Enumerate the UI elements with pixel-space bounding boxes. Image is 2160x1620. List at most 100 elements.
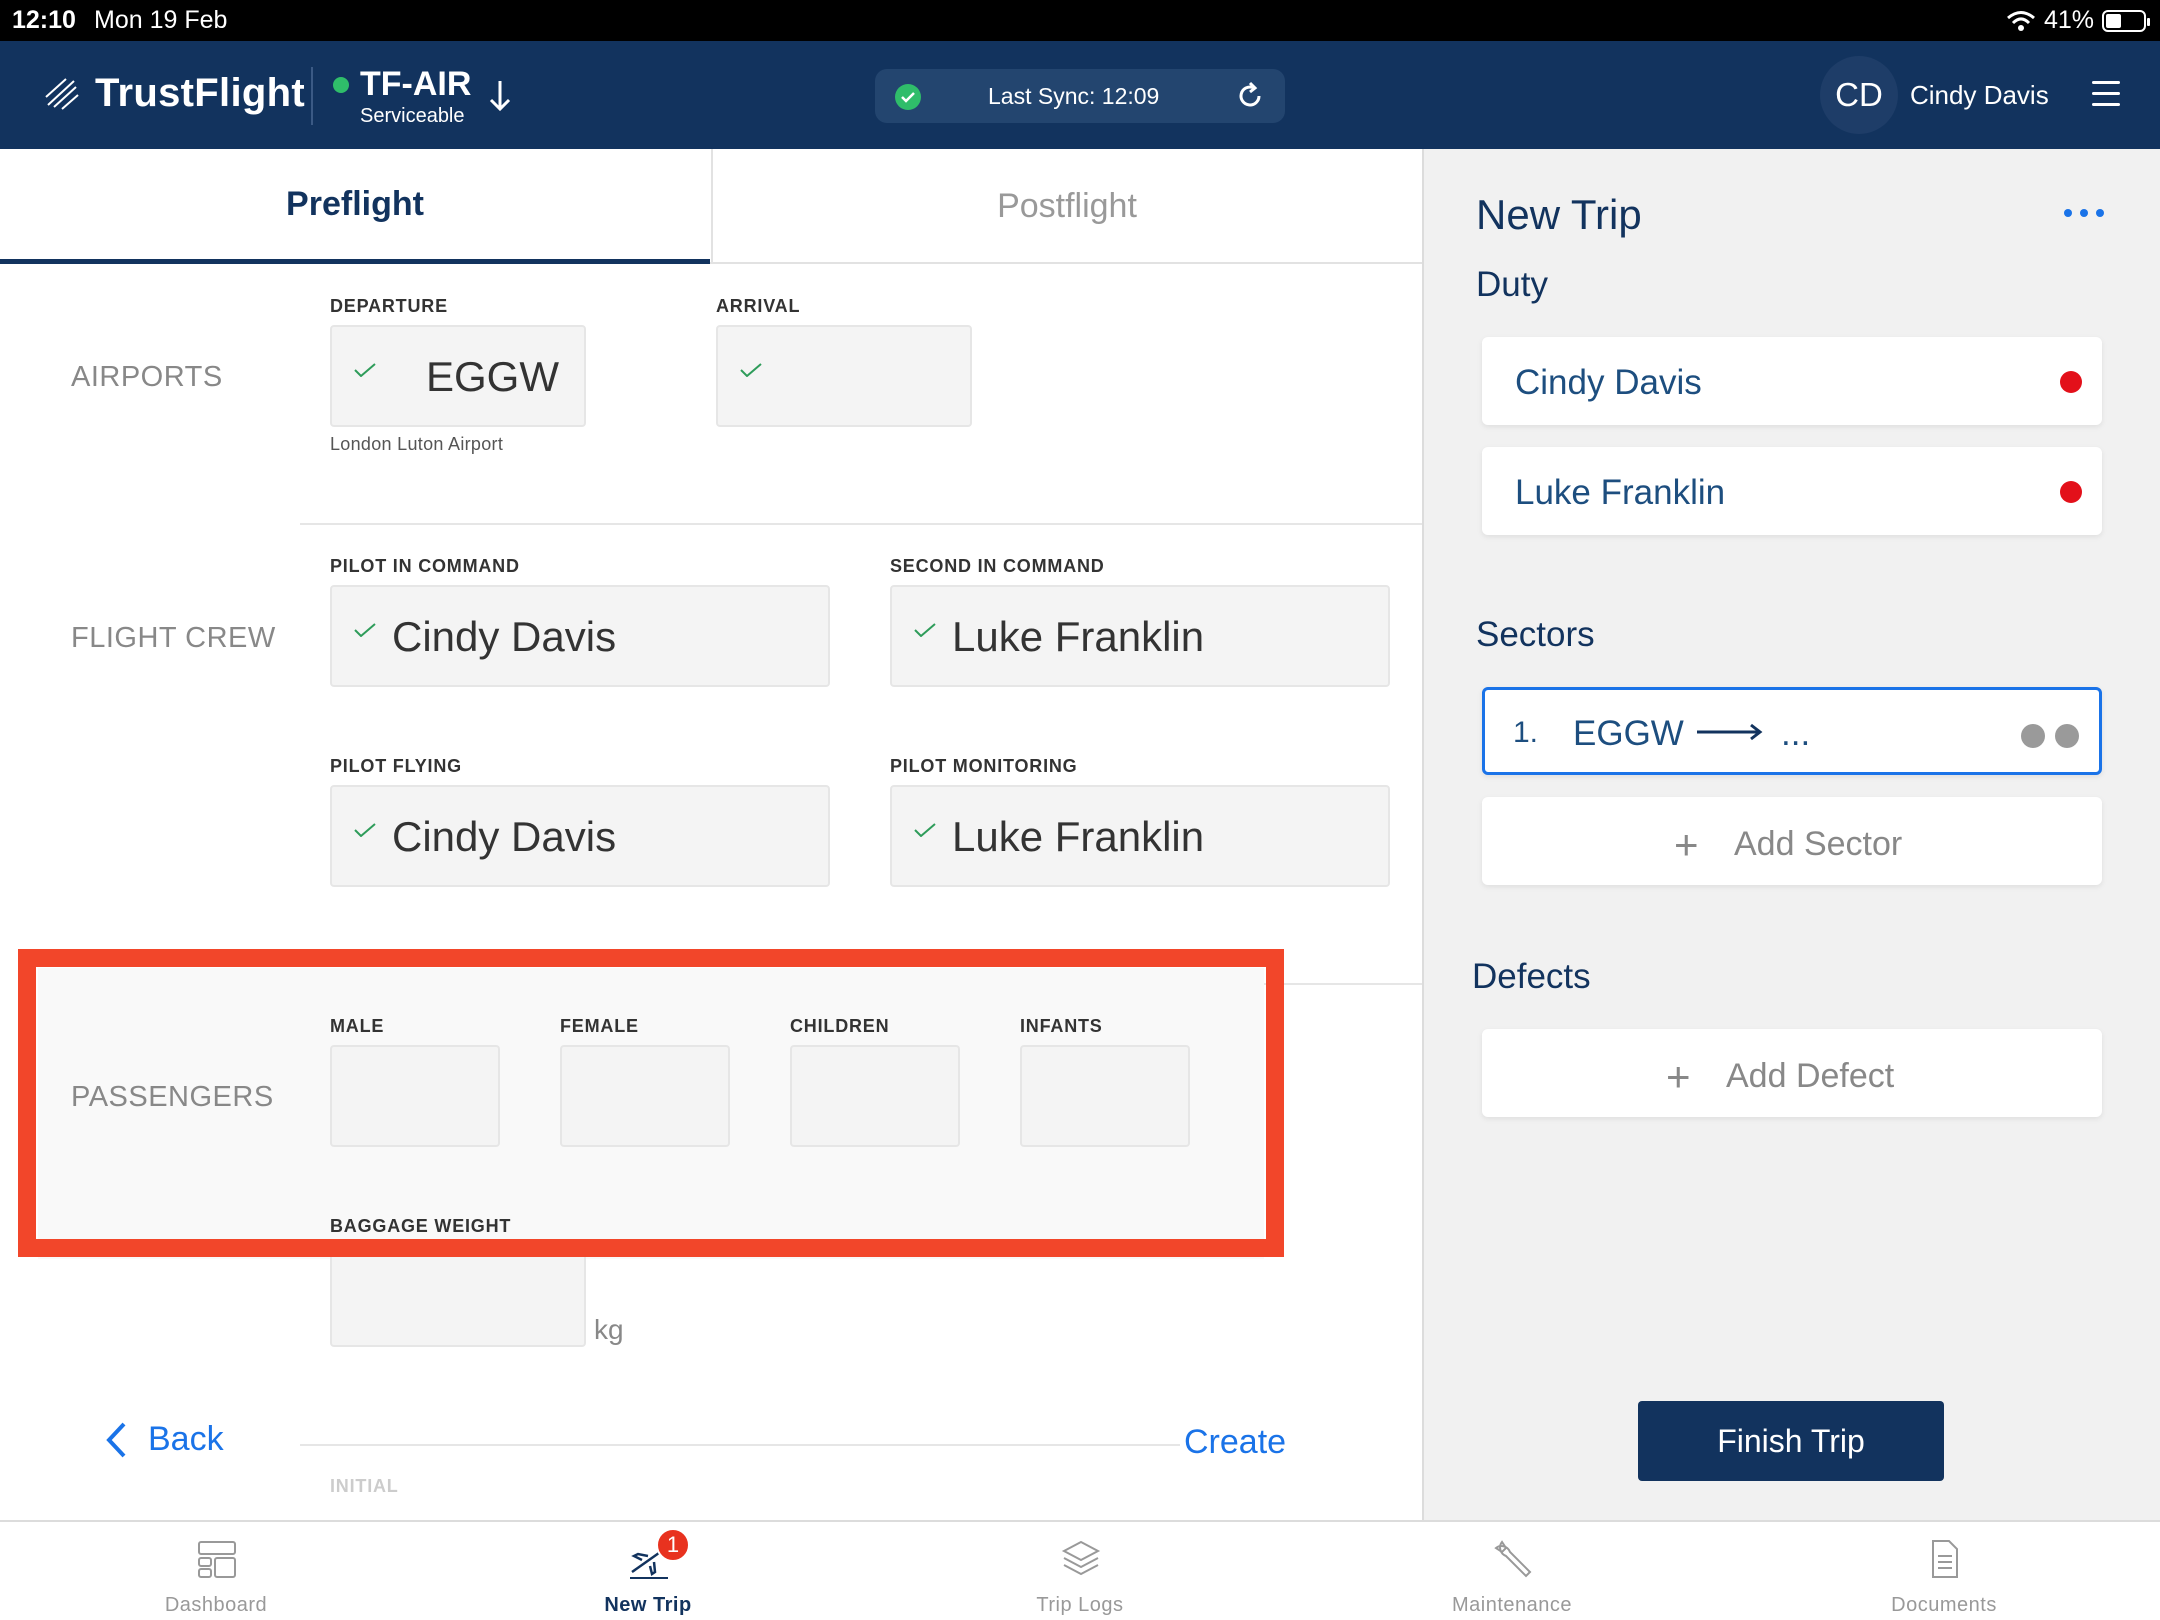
sic-field[interactable]: Luke Franklin xyxy=(890,585,1390,687)
pf-field[interactable]: Cindy Davis xyxy=(330,785,830,887)
departure-field[interactable]: EGGW xyxy=(330,325,586,427)
new-trip-title: New Trip xyxy=(1476,191,1642,238)
status-indicators: 41% xyxy=(2006,6,2150,35)
battery-icon xyxy=(2102,9,2150,32)
baggage-unit: kg xyxy=(594,1314,624,1345)
status-date: Mon 19 Feb xyxy=(94,6,228,34)
finish-trip-button[interactable]: Finish Trip xyxy=(1638,1401,1944,1481)
sector-departure: EGGW xyxy=(1573,714,1684,753)
initial-label: INITIAL xyxy=(330,1476,399,1496)
pm-value: Luke Franklin xyxy=(952,813,1205,860)
sector-arrival: ... xyxy=(1781,714,1811,753)
refresh-icon[interactable] xyxy=(1235,81,1265,111)
add-defect-button[interactable]: + Add Defect xyxy=(1482,1029,2102,1117)
nav-new-trip[interactable]: 1 New Trip xyxy=(432,1522,864,1620)
aircraft-status: Serviceable xyxy=(360,105,465,127)
duty-name: Luke Franklin xyxy=(1515,473,1726,512)
new-trip-badge: 1 xyxy=(656,1528,690,1562)
wifi-icon xyxy=(2006,10,2035,31)
airports-section-label: AIRPORTS xyxy=(71,361,223,393)
pic-label: PILOT IN COMMAND xyxy=(330,556,520,576)
user-name[interactable]: Cindy Davis xyxy=(1910,80,2049,111)
bottom-navigation: Dashboard 1 New Trip Trip Logs Maintenan… xyxy=(0,1520,2160,1620)
section-divider xyxy=(300,1444,1180,1446)
section-divider xyxy=(300,523,1422,525)
plus-icon: + xyxy=(1666,1053,1691,1100)
tab-postflight[interactable]: Postflight xyxy=(711,149,1421,264)
departure-value: EGGW xyxy=(426,353,559,400)
passengers-highlight-box xyxy=(18,949,1284,1257)
chevron-left-icon xyxy=(106,1422,126,1457)
defects-heading: Defects xyxy=(1472,957,1591,996)
nav-label: Documents xyxy=(1891,1594,1997,1616)
pic-value: Cindy Davis xyxy=(392,613,617,660)
nav-documents[interactable]: Documents xyxy=(1728,1522,2160,1620)
check-icon xyxy=(740,363,762,377)
arrow-right-icon xyxy=(1697,723,1763,741)
flight-crew-section-label: FLIGHT CREW xyxy=(71,622,276,654)
pic-field[interactable]: Cindy Davis xyxy=(330,585,830,687)
sector-status-dots xyxy=(2021,724,2079,748)
sectors-heading: Sectors xyxy=(1476,615,1595,654)
incomplete-status-dot xyxy=(2060,371,2082,393)
document-icon xyxy=(1932,1540,1958,1578)
dashboard-icon xyxy=(198,1541,236,1578)
check-icon xyxy=(914,823,936,837)
check-icon xyxy=(354,363,376,377)
sync-check-icon xyxy=(895,84,921,110)
battery-percent: 41% xyxy=(2043,6,2094,34)
back-label: Back xyxy=(148,1420,224,1458)
add-sector-button[interactable]: + Add Sector xyxy=(1482,797,2102,885)
app-header: TrustFlight TF-AIR Serviceable Last Sync… xyxy=(0,41,2160,149)
arrival-label: ARRIVAL xyxy=(716,296,801,316)
create-button[interactable]: Create xyxy=(1184,1423,1286,1462)
pf-value: Cindy Davis xyxy=(392,813,617,860)
header-divider xyxy=(311,67,313,125)
nav-dashboard[interactable]: Dashboard xyxy=(0,1522,432,1620)
sic-label: SECOND IN COMMAND xyxy=(890,556,1105,576)
more-options-icon[interactable] xyxy=(2064,209,2104,217)
departure-airport-name: London Luton Airport xyxy=(330,434,504,454)
back-button[interactable]: Back xyxy=(104,1420,224,1459)
pm-label: PILOT MONITORING xyxy=(890,756,1078,776)
add-defect-label: Add Defect xyxy=(1726,1057,1895,1095)
duty-name: Cindy Davis xyxy=(1515,363,1702,402)
departure-label: DEPARTURE xyxy=(330,296,448,316)
trustflight-logo-icon xyxy=(45,78,79,110)
status-bar: 12:10 Mon 19 Feb 41% xyxy=(0,0,2160,41)
check-icon xyxy=(914,623,936,637)
sector-number: 1. xyxy=(1513,716,1539,749)
nav-label: New Trip xyxy=(604,1594,692,1616)
check-icon xyxy=(354,623,376,637)
user-avatar[interactable]: CD xyxy=(1820,56,1898,134)
arrow-down-icon[interactable] xyxy=(488,79,512,113)
duty-item[interactable]: Luke Franklin xyxy=(1482,447,2102,535)
tab-preflight[interactable]: Preflight xyxy=(0,149,710,264)
trip-tabs: Preflight Postflight xyxy=(0,149,1422,264)
pf-label: PILOT FLYING xyxy=(330,756,462,776)
check-icon xyxy=(354,823,376,837)
duty-heading: Duty xyxy=(1476,265,1548,304)
add-sector-label: Add Sector xyxy=(1734,825,1903,863)
preflight-form: AIRPORTS DEPARTURE EGGW London Luton Air… xyxy=(0,266,1422,1520)
trip-summary-panel: New Trip Duty Cindy Davis Luke Franklin … xyxy=(1422,149,2160,1520)
nav-maintenance[interactable]: Maintenance xyxy=(1296,1522,1728,1620)
aircraft-registration[interactable]: TF-AIR xyxy=(360,65,471,104)
sync-status: Last Sync: 12:09 xyxy=(875,69,1285,123)
baggage-input[interactable] xyxy=(330,1245,586,1347)
duty-item[interactable]: Cindy Davis xyxy=(1482,337,2102,425)
layers-icon xyxy=(1061,1540,1101,1576)
nav-label: Dashboard xyxy=(164,1594,268,1616)
wrench-icon xyxy=(1494,1540,1532,1578)
incomplete-status-dot xyxy=(2060,481,2082,503)
arrival-field[interactable] xyxy=(716,325,972,427)
status-time: 12:10 xyxy=(12,6,76,34)
brand-name: TrustFlight xyxy=(95,71,305,115)
aircraft-status-dot xyxy=(333,77,349,93)
pm-field[interactable]: Luke Franklin xyxy=(890,785,1390,887)
last-sync-text: Last Sync: 12:09 xyxy=(988,83,1160,109)
hamburger-menu-icon[interactable] xyxy=(2092,81,2120,107)
nav-trip-logs[interactable]: Trip Logs xyxy=(864,1522,1296,1620)
nav-label: Maintenance xyxy=(1451,1594,1573,1616)
sector-item[interactable]: 1. EGGW ... xyxy=(1482,687,2102,775)
